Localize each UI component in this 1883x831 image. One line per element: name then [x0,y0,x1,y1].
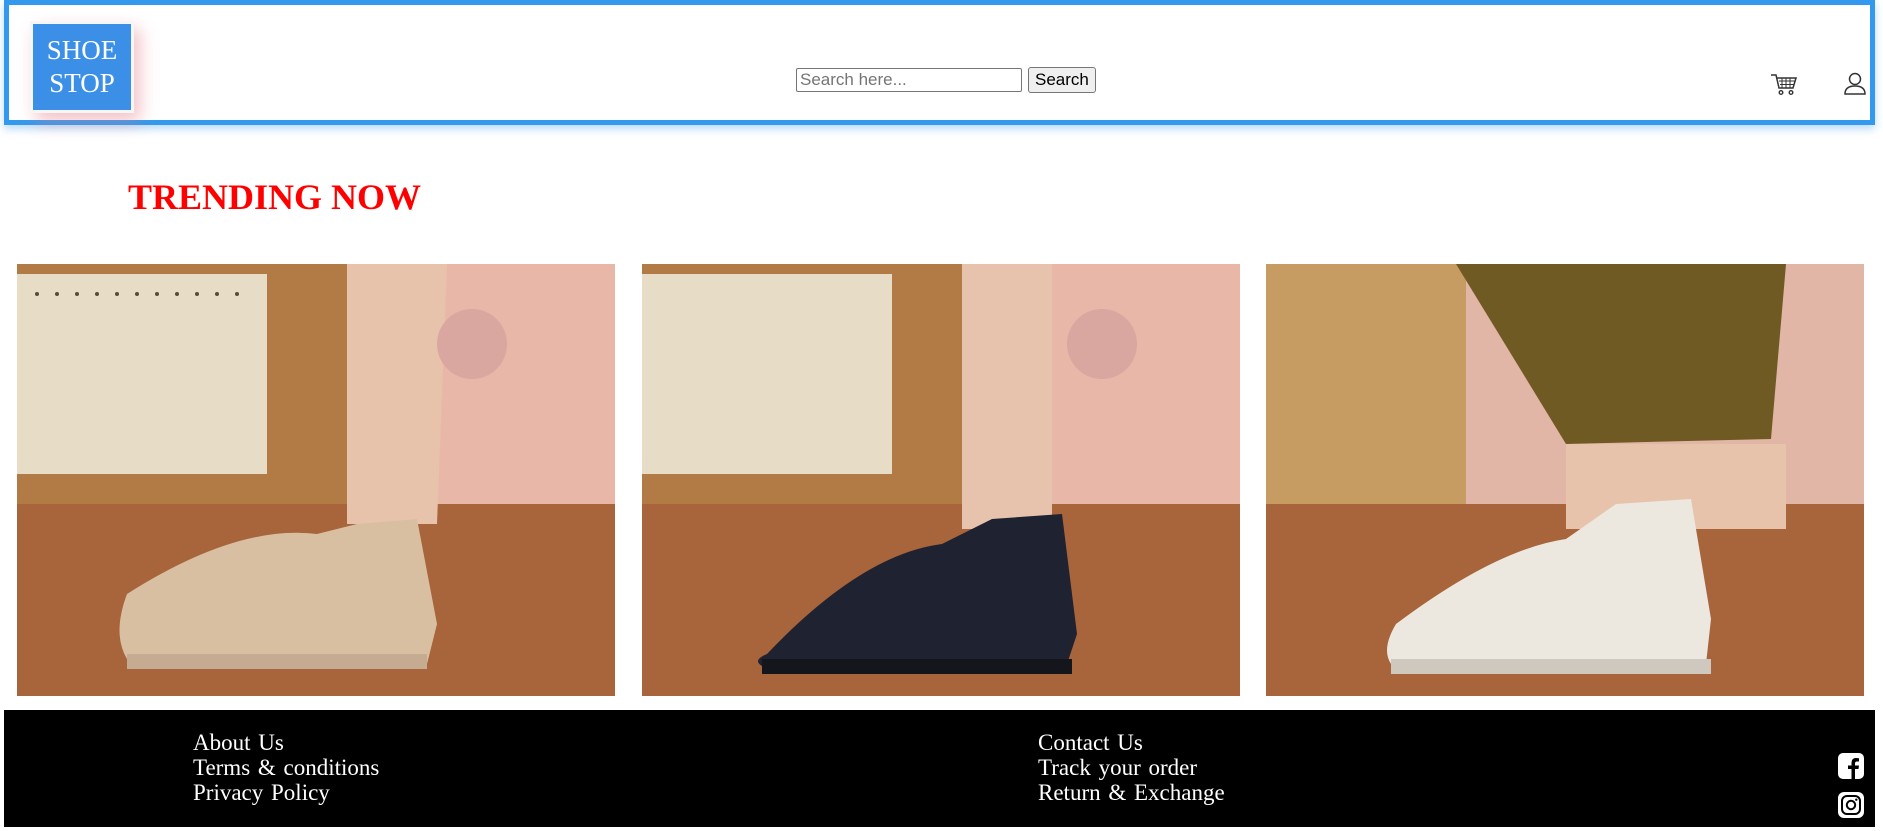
product-card-white-boot[interactable] [1266,264,1864,696]
about-us-link[interactable]: About Us [193,730,379,755]
instagram-icon[interactable] [1838,792,1864,818]
return-exchange-link[interactable]: Return & Exchange [1038,780,1225,805]
facebook-icon[interactable] [1838,753,1864,779]
site-footer: About Us Terms & conditions Privacy Poli… [4,710,1875,827]
privacy-policy-link[interactable]: Privacy Policy [193,780,379,805]
product-card-black-boot[interactable] [642,264,1240,696]
footer-column-info: About Us Terms & conditions Privacy Poli… [193,730,379,805]
footer-column-support: Contact Us Track your order Return & Exc… [1038,730,1225,805]
user-icon[interactable] [1840,69,1870,99]
cart-icon[interactable] [1769,69,1799,99]
site-header: SHOE STOP Search [4,0,1875,125]
search-bar: Search [796,67,1096,93]
trending-heading: TRENDING NOW [128,177,422,217]
track-order-link[interactable]: Track your order [1038,755,1225,780]
site-logo[interactable]: SHOE STOP [30,21,134,113]
terms-link[interactable]: Terms & conditions [193,755,379,780]
contact-us-link[interactable]: Contact Us [1038,730,1225,755]
search-input[interactable] [796,68,1022,92]
product-card-beige-boot[interactable] [17,264,615,696]
search-button[interactable]: Search [1028,67,1096,93]
logo-text-line2: STOP [49,68,115,98]
logo-text-line1: SHOE [46,35,118,65]
